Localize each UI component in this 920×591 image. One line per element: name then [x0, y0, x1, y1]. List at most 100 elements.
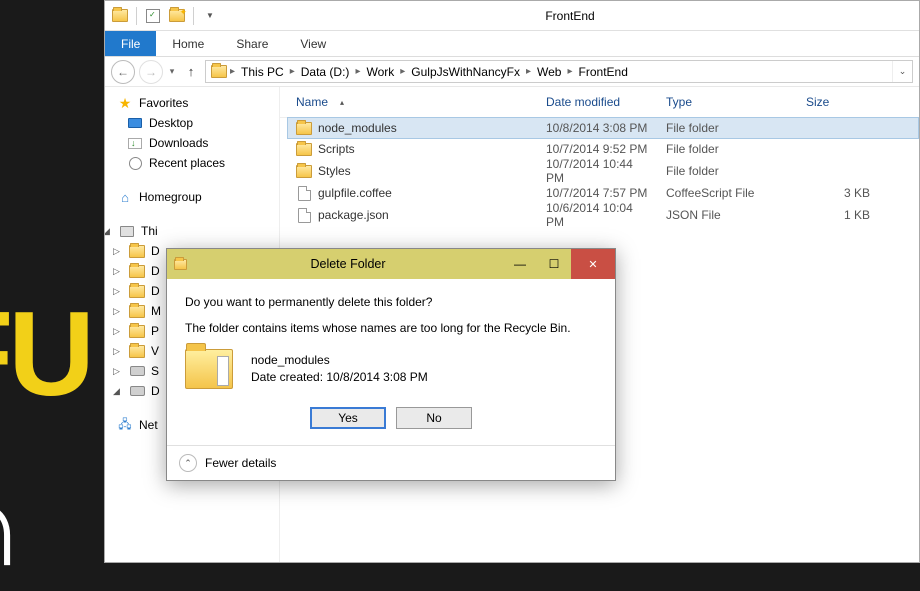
file-name: Scripts — [318, 142, 355, 156]
file-type: File folder — [658, 164, 798, 178]
chevron-down-icon[interactable]: ◢ — [105, 226, 113, 237]
forward-button: → — [139, 60, 163, 84]
chevron-right-icon[interactable]: ▷ — [113, 306, 123, 317]
folder-icon — [210, 63, 228, 81]
dialog-item-date: Date created: 10/8/2014 3:08 PM — [251, 369, 428, 386]
dialog-message: Do you want to permanently delete this f… — [185, 295, 597, 309]
maximize-button[interactable]: ☐ — [537, 249, 571, 279]
back-button[interactable]: ← — [111, 60, 135, 84]
address-dropdown-icon[interactable]: ⌄ — [892, 61, 912, 82]
file-size: 3 KB — [798, 186, 878, 200]
dialog-titlebar: Delete Folder — ☐ — [167, 249, 615, 279]
file-date: 10/7/2014 9:52 PM — [538, 142, 658, 156]
qat-dropdown-icon[interactable]: ▼ — [199, 5, 221, 27]
breadcrumb-segment[interactable]: Data (D:) — [297, 65, 354, 79]
folder-icon — [129, 343, 145, 359]
chevron-right-icon[interactable]: ▸ — [353, 66, 362, 77]
chevron-right-icon[interactable]: ▸ — [228, 66, 237, 77]
tab-share[interactable]: Share — [220, 31, 284, 56]
sidebar-favorites[interactable]: ★ Favorites — [109, 93, 275, 113]
network-icon: 🖧 — [117, 417, 133, 433]
chevron-down-icon[interactable]: ◢ — [113, 386, 123, 397]
folder-icon — [296, 141, 312, 157]
file-type: File folder — [658, 142, 798, 156]
desktop-icon — [127, 115, 143, 131]
chevron-right-icon[interactable]: ▷ — [113, 346, 123, 357]
breadcrumb-segment[interactable]: This PC — [237, 65, 288, 79]
column-name[interactable]: Name▴ — [288, 93, 538, 111]
chevron-up-icon[interactable]: ⌃ — [179, 454, 197, 472]
tab-view[interactable]: View — [284, 31, 342, 56]
sidebar-label: Desktop — [149, 116, 193, 130]
new-folder-icon[interactable] — [166, 5, 188, 27]
sidebar-label: D — [151, 284, 160, 298]
sidebar-homegroup[interactable]: ⌂Homegroup — [109, 187, 275, 207]
file-type: JSON File — [658, 208, 798, 222]
sidebar-label: Net — [139, 418, 158, 432]
sidebar-label: P — [151, 324, 159, 338]
chevron-right-icon[interactable]: ▷ — [113, 366, 123, 377]
sidebar-label: Thi — [141, 224, 158, 238]
sidebar-label: Downloads — [149, 136, 208, 150]
delete-folder-dialog: Delete Folder — ☐ Do you want to permane… — [166, 248, 616, 481]
sidebar-label: D — [151, 244, 160, 258]
folder-icon — [129, 303, 145, 319]
minimize-button[interactable]: — — [503, 249, 537, 279]
properties-icon[interactable] — [142, 5, 164, 27]
dialog-footer: ⌃ Fewer details — [167, 445, 615, 480]
breadcrumb-segment[interactable]: Work — [362, 65, 398, 79]
column-type[interactable]: Type — [658, 93, 798, 111]
sidebar-thispc[interactable]: ◢Thi — [109, 221, 275, 241]
sidebar-item-recent[interactable]: Recent places — [109, 153, 275, 173]
drive-icon — [129, 363, 145, 379]
file-name: node_modules — [318, 121, 397, 135]
background-decoration: FU — [0, 300, 90, 408]
star-icon: ★ — [117, 95, 133, 111]
up-button[interactable]: ↑ — [181, 62, 201, 82]
sidebar-item-desktop[interactable]: Desktop — [109, 113, 275, 133]
fewer-details-label[interactable]: Fewer details — [205, 456, 276, 470]
file-row[interactable]: package.json10/6/2014 10:04 PMJSON File1… — [280, 204, 919, 226]
yes-button[interactable]: Yes — [310, 407, 386, 429]
sort-ascending-icon: ▴ — [340, 98, 344, 107]
breadcrumb-segment[interactable]: FrontEnd — [575, 65, 632, 79]
column-date[interactable]: Date modified — [538, 93, 658, 111]
history-dropdown-icon[interactable]: ▾ — [167, 66, 177, 77]
tab-file[interactable]: File — [105, 31, 156, 56]
background-decoration-2: ∩ — [0, 470, 22, 578]
chevron-right-icon[interactable]: ▸ — [565, 66, 574, 77]
sidebar-label: Favorites — [139, 96, 188, 110]
chevron-right-icon[interactable]: ▷ — [113, 286, 123, 297]
chevron-right-icon[interactable]: ▸ — [288, 66, 297, 77]
file-name: gulpfile.coffee — [318, 186, 392, 200]
file-date: 10/7/2014 7:57 PM — [538, 186, 658, 200]
column-size[interactable]: Size — [798, 93, 878, 111]
sidebar-label: M — [151, 304, 161, 318]
file-row[interactable]: node_modules10/8/2014 3:08 PMFile folder — [287, 117, 919, 139]
no-button[interactable]: No — [396, 407, 472, 429]
ribbon: File Home Share View — [105, 31, 919, 57]
tab-home[interactable]: Home — [156, 31, 220, 56]
file-name: Styles — [318, 164, 351, 178]
recent-icon — [127, 155, 143, 171]
file-icon — [296, 207, 312, 223]
breadcrumb-segment[interactable]: GulpJsWithNancyFx — [407, 65, 524, 79]
sidebar-label: Recent places — [149, 156, 225, 170]
sidebar-item-downloads[interactable]: Downloads — [109, 133, 275, 153]
chevron-right-icon[interactable]: ▸ — [398, 66, 407, 77]
address-bar[interactable]: ▸ This PC ▸ Data (D:) ▸ Work ▸ GulpJsWit… — [205, 60, 913, 83]
folder-icon — [129, 243, 145, 259]
title-bar: ▼ FrontEnd — [105, 1, 919, 31]
file-row[interactable]: Styles10/7/2014 10:44 PMFile folder — [280, 160, 919, 182]
close-button[interactable] — [571, 249, 615, 279]
dialog-title: Delete Folder — [193, 257, 503, 271]
folder-icon — [185, 349, 233, 389]
chevron-right-icon[interactable]: ▸ — [524, 66, 533, 77]
dialog-icon — [167, 259, 193, 270]
homegroup-icon: ⌂ — [117, 189, 133, 205]
chevron-right-icon[interactable]: ▷ — [113, 326, 123, 337]
chevron-right-icon[interactable]: ▷ — [113, 246, 123, 257]
sidebar-label: S — [151, 364, 159, 378]
breadcrumb-segment[interactable]: Web — [533, 65, 565, 79]
chevron-right-icon[interactable]: ▷ — [113, 266, 123, 277]
